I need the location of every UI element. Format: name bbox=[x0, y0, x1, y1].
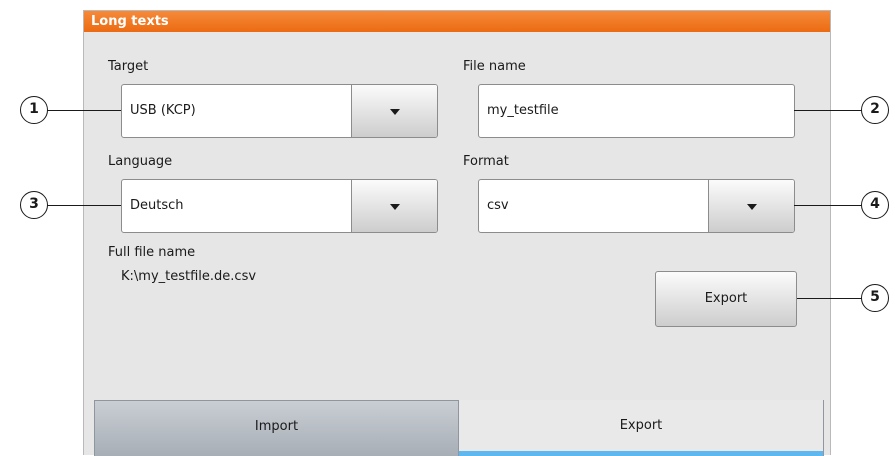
file-name-label: File name bbox=[463, 59, 526, 74]
callout-2: 2 bbox=[861, 96, 889, 124]
target-label: Target bbox=[108, 59, 149, 74]
callout-1-leader bbox=[47, 110, 121, 111]
callout-1: 1 bbox=[20, 96, 48, 124]
format-select[interactable]: csv bbox=[478, 179, 795, 233]
callout-5-leader bbox=[797, 298, 862, 299]
language-select[interactable]: Deutsch bbox=[121, 179, 438, 233]
format-dropdown-button[interactable] bbox=[708, 180, 794, 232]
target-select[interactable]: USB (KCP) bbox=[121, 84, 438, 138]
long-texts-panel: Long texts Target USB (KCP) File name my… bbox=[83, 10, 831, 456]
target-dropdown-button[interactable] bbox=[351, 85, 437, 137]
chevron-down-icon bbox=[746, 204, 757, 210]
full-file-name-label: Full file name bbox=[108, 245, 196, 260]
callout-3: 3 bbox=[20, 191, 48, 219]
target-value: USB (KCP) bbox=[130, 103, 196, 118]
callout-4: 4 bbox=[861, 191, 889, 219]
callout-4-leader bbox=[794, 205, 862, 206]
tab-import[interactable]: Import bbox=[94, 400, 459, 456]
chevron-down-icon bbox=[389, 204, 400, 210]
language-label: Language bbox=[108, 154, 173, 169]
tab-export-label: Export bbox=[619, 418, 663, 433]
file-name-input[interactable]: my_testfile bbox=[478, 84, 795, 138]
tab-export[interactable]: Export bbox=[458, 400, 824, 456]
window-title: Long texts bbox=[84, 11, 830, 32]
language-dropdown-button[interactable] bbox=[351, 180, 437, 232]
callout-2-leader bbox=[794, 110, 862, 111]
language-value: Deutsch bbox=[130, 198, 184, 213]
tab-import-label: Import bbox=[254, 419, 299, 434]
active-tab-indicator bbox=[459, 451, 823, 456]
full-file-name-value: K:\my_testfile.de.csv bbox=[121, 269, 257, 284]
format-label: Format bbox=[463, 154, 509, 169]
format-value: csv bbox=[487, 198, 509, 213]
file-name-value: my_testfile bbox=[487, 103, 559, 118]
chevron-down-icon bbox=[389, 109, 400, 115]
callout-3-leader bbox=[47, 205, 121, 206]
export-button[interactable]: Export bbox=[655, 271, 797, 327]
callout-5: 5 bbox=[861, 284, 889, 312]
